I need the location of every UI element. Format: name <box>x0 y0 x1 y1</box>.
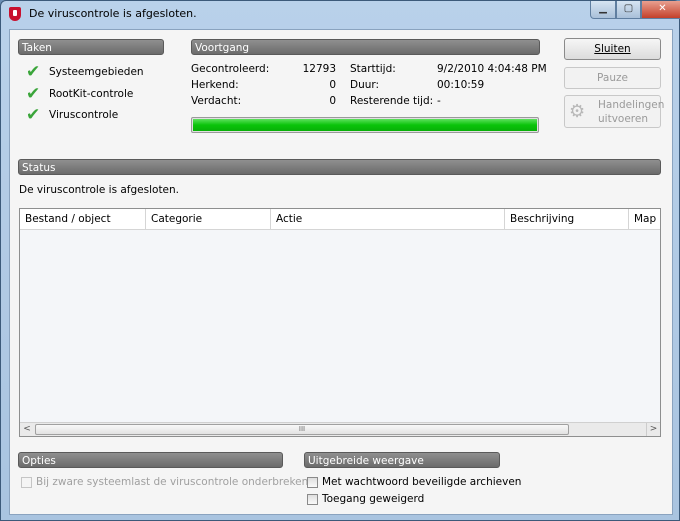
window-title: De viruscontrole is afgesloten. <box>29 7 197 20</box>
task-label: RootKit-controle <box>49 88 134 100</box>
stat-label: Gecontroleerd: <box>191 63 270 75</box>
minimize-button[interactable]: ▁ <box>590 1 616 19</box>
stat-label: Verdacht: <box>191 95 242 107</box>
time-label: Starttijd: <box>350 63 396 75</box>
check-icon: ✔ <box>26 105 41 125</box>
actions-label-2: uitvoeren <box>598 113 648 125</box>
scan-window: De viruscontrole is afgesloten. ▁ ▢ ✕ Ta… <box>0 0 680 521</box>
pause-on-load-label: Bij zware systeemlast de viruscontrole o… <box>36 476 309 488</box>
access-denied-label: Toegang geweigerd <box>322 493 425 505</box>
check-icon: ✔ <box>26 84 41 104</box>
scroll-right-arrow[interactable]: > <box>646 423 660 436</box>
maximize-button[interactable]: ▢ <box>616 1 641 19</box>
close-button[interactable]: Sluiten <box>564 38 661 60</box>
time-value: 9/2/2010 4:04:48 PM <box>437 63 547 75</box>
status-header: Status <box>18 159 661 175</box>
actions-label-1: Handelingen <box>598 99 665 111</box>
column-header-action[interactable]: Actie <box>271 209 505 230</box>
check-icon: ✔ <box>26 62 41 82</box>
scroll-thumb[interactable]: III <box>35 424 569 435</box>
shield-icon <box>9 7 21 21</box>
column-header-category[interactable]: Categorie <box>146 209 271 230</box>
status-message: De viruscontrole is afgesloten. <box>19 184 180 196</box>
scan-progress-bar <box>191 117 539 133</box>
stat-label: Herkend: <box>191 79 239 91</box>
perform-actions-button[interactable]: ⚙ Handelingen uitvoeren <box>564 95 665 128</box>
task-label: Viruscontrole <box>49 109 119 121</box>
pause-on-load-checkbox[interactable] <box>21 477 32 488</box>
password-archives-checkbox[interactable] <box>307 477 318 488</box>
options-header: Opties <box>18 452 283 468</box>
column-header-description[interactable]: Beschrijving <box>505 209 629 230</box>
tasks-header: Taken <box>18 39 164 55</box>
gears-icon: ⚙ <box>569 101 586 122</box>
stat-value: 0 <box>329 95 336 107</box>
access-denied-checkbox[interactable] <box>307 494 318 505</box>
pause-button[interactable]: Pauze <box>564 67 661 89</box>
task-label: Systeemgebieden <box>49 66 144 78</box>
stat-value: 12793 <box>302 63 336 75</box>
time-label: Duur: <box>350 79 380 91</box>
password-archives-label: Met wachtwoord beveiligde archieven <box>322 476 522 488</box>
progress-header: Voortgang <box>191 39 540 55</box>
horizontal-scrollbar[interactable]: < III > <box>20 422 660 436</box>
progress-fill <box>193 119 537 131</box>
extended-view-header: Uitgebreide weergave <box>304 452 500 468</box>
column-header-folder[interactable]: Map <box>629 209 660 230</box>
column-header-file[interactable]: Bestand / object <box>20 209 146 230</box>
stat-value: 0 <box>329 79 336 91</box>
client-area: Taken ✔ Systeemgebieden ✔ RootKit-contro… <box>9 29 673 515</box>
time-value: 00:10:59 <box>437 79 485 91</box>
close-window-button[interactable]: ✕ <box>641 1 680 19</box>
scroll-left-arrow[interactable]: < <box>20 423 34 436</box>
close-button-label: Sluiten <box>594 43 631 55</box>
time-label: Resterende tijd: <box>350 95 434 107</box>
time-value: - <box>437 95 441 107</box>
results-table[interactable]: Bestand / object Categorie Actie Beschri… <box>19 208 661 437</box>
